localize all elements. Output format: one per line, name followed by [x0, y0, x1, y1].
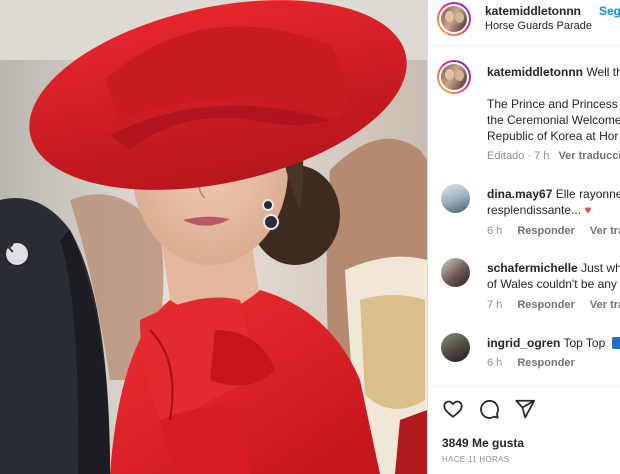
reply-button[interactable]: Responder — [517, 225, 574, 237]
post-time-ago[interactable]: HACE 11 HORAS — [442, 455, 509, 464]
caption-line: Republic of Korea at Hor — [487, 129, 619, 143]
speech-bubble-icon[interactable] — [478, 398, 500, 420]
comment-avatar[interactable] — [441, 333, 470, 362]
caption-body: The Prince and Princess o the Ceremonial… — [487, 96, 620, 144]
post-location[interactable]: Horse Guards Parade — [485, 20, 592, 32]
comment-time: 6 h — [487, 357, 503, 369]
flag-emoji-icon — [611, 337, 620, 349]
heart-emoji-icon: ♥ — [584, 203, 592, 217]
comment-avatar[interactable] — [441, 258, 470, 287]
follow-button[interactable]: Seguir — [599, 4, 620, 18]
reply-button[interactable]: Responder — [517, 299, 574, 311]
caption-edited-time: Editado · 7 h — [487, 150, 550, 162]
carousel-prev-button[interactable] — [6, 243, 28, 265]
translate-link[interactable]: Ver traducc — [590, 299, 620, 311]
chevron-left-icon — [8, 243, 14, 253]
reply-button[interactable]: Responder — [517, 357, 574, 369]
comment-time: 7 h — [487, 299, 503, 311]
comment-text-line2: resplendissante... ♥ — [487, 202, 592, 218]
comment-username[interactable]: ingrid_ogren — [487, 336, 560, 350]
comment-body-line2: resplendissante... — [487, 203, 582, 217]
post-side-panel: katemiddletonnn Seguir Horse Guards Para… — [427, 0, 620, 474]
comment-body: Elle rayonne — [555, 187, 620, 201]
comment-text-line2: of Wales couldn't be any — [487, 276, 617, 292]
actions-divider — [428, 386, 620, 387]
comment-text: schafermichelle Just whe — [487, 260, 620, 276]
caption-line: The Prince and Princess o — [487, 97, 620, 111]
photo-illustration — [0, 0, 427, 474]
caption-first-line: katemiddletonnn Well th — [487, 65, 620, 79]
caption-meta: Editado · 7 h Ver traducción — [487, 150, 620, 162]
comment-meta: 6 h Responder Ver traducc — [487, 225, 620, 237]
comment-body: Top Top — [563, 336, 606, 350]
heart-outline-icon[interactable] — [442, 398, 464, 420]
post-photo[interactable] — [0, 0, 427, 474]
comment-meta: 7 h Responder Ver traducc — [487, 299, 620, 311]
header-username[interactable]: katemiddletonnn — [485, 4, 581, 18]
caption-avatar[interactable] — [437, 60, 471, 94]
caption-line: the Ceremonial Welcome — [487, 113, 620, 127]
likes-count[interactable]: 3849 Me gusta — [442, 436, 524, 450]
header-avatar[interactable] — [437, 2, 471, 36]
caption-translate-link[interactable]: Ver traducción — [558, 150, 620, 162]
comment-body: Just whe — [581, 261, 620, 275]
comment-username[interactable]: schafermichelle — [487, 261, 578, 275]
comment-text: ingrid_ogren Top Top — [487, 335, 620, 351]
paper-plane-icon[interactable] — [514, 398, 536, 420]
caption-username[interactable]: katemiddletonnn — [487, 65, 583, 79]
action-bar — [442, 398, 536, 420]
comment-avatar[interactable] — [441, 184, 470, 213]
comment-username[interactable]: dina.may67 — [487, 187, 552, 201]
comment-meta: 6 h Responder — [487, 357, 575, 369]
translate-link[interactable]: Ver traducc — [590, 225, 620, 237]
comment-text: dina.may67 Elle rayonne — [487, 186, 620, 202]
caption-lead: Well th — [586, 65, 620, 79]
comment-body-line2: of Wales couldn't be any — [487, 277, 617, 291]
post-header: katemiddletonnn Seguir Horse Guards Para… — [428, 0, 620, 46]
comment-time: 6 h — [487, 225, 503, 237]
